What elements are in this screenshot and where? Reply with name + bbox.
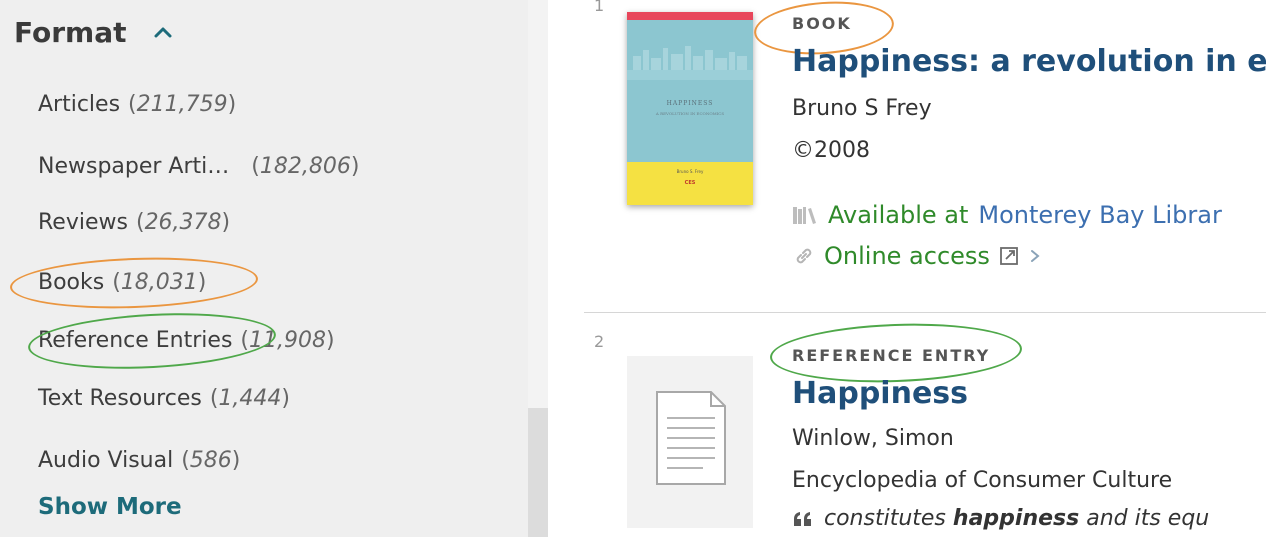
format-facet-panel: Format Articles (211,759) Newspaper Arti… xyxy=(0,0,548,537)
cover-author: Bruno S. Frey xyxy=(676,169,704,174)
facet-item-count: 26,378 xyxy=(144,209,222,235)
facet-item-count: 1,444 xyxy=(218,385,282,411)
snippet-pre: constitutes xyxy=(824,506,946,531)
document-thumbnail[interactable] xyxy=(627,356,753,528)
snippet-post: and its equ xyxy=(1086,506,1210,531)
show-more-link[interactable]: Show More xyxy=(38,494,182,520)
result-author: Winlow, Simon xyxy=(792,426,954,451)
cover-publisher-logo: CES xyxy=(684,180,696,186)
online-access-label: Online access xyxy=(824,242,990,270)
library-link[interactable]: Monterey Bay Librar xyxy=(978,201,1221,229)
document-icon xyxy=(656,391,726,485)
result-author: Bruno S Frey xyxy=(792,96,932,121)
external-link-icon xyxy=(1000,247,1018,265)
result-title-link[interactable]: Happiness xyxy=(792,376,968,411)
book-cover-thumbnail[interactable]: HAPPINESS A REVOLUTION IN ECONOMICS Brun… xyxy=(627,12,753,205)
quote-icon xyxy=(794,511,811,526)
facet-item-newspaper-articles[interactable]: Newspaper Arti… (182,806) xyxy=(38,146,359,186)
facet-item-label: Text Resources xyxy=(38,385,202,411)
facet-item-count: 586 xyxy=(189,447,232,473)
result-type-label: REFERENCE ENTRY xyxy=(792,346,991,365)
result-number: 2 xyxy=(594,332,605,351)
snippet-highlight: happiness xyxy=(952,506,1080,531)
facet-item-reference-entries[interactable]: Reference Entries (11,908) xyxy=(38,320,335,360)
result-title-link[interactable]: Happiness: a revolution in eco xyxy=(792,44,1266,79)
result-type-label: BOOK xyxy=(792,14,852,33)
result-snippet: constitutes happiness and its equ xyxy=(792,506,1209,531)
facet-scrollbar-thumb[interactable] xyxy=(528,408,548,537)
facet-item-count: 11,908 xyxy=(249,327,326,353)
book-shelf-icon xyxy=(793,207,816,224)
format-facet-header[interactable]: Format xyxy=(14,10,175,54)
search-results: 1 HAPPINESS A REVOLUTION IN ECONOMICS Br… xyxy=(548,0,1266,537)
facet-item-label: Reviews xyxy=(38,209,128,235)
chevron-up-icon[interactable] xyxy=(151,20,175,44)
skyline-illustration xyxy=(627,46,753,80)
facet-item-label: Audio Visual xyxy=(38,447,174,473)
facet-item-label: Articles xyxy=(38,91,121,117)
availability-line: Available at Monterey Bay Librar xyxy=(792,199,1222,231)
online-access-link[interactable]: Online access xyxy=(792,240,1042,272)
cover-subtitle: A REVOLUTION IN ECONOMICS xyxy=(655,111,725,116)
availability-status: Available at xyxy=(828,201,969,229)
chevron-right-icon xyxy=(1030,250,1040,262)
facet-item-articles[interactable]: Articles (211,759) xyxy=(38,84,236,124)
result-source: Encyclopedia of Consumer Culture xyxy=(792,468,1173,493)
facet-item-count: 182,806 xyxy=(259,153,351,179)
cover-title: HAPPINESS xyxy=(666,100,714,107)
facet-item-count: 211,759 xyxy=(136,91,228,117)
result-date: ©2008 xyxy=(792,138,870,163)
link-icon xyxy=(796,248,812,264)
facet-item-books[interactable]: Books (18,031) xyxy=(38,262,206,302)
facet-item-audio-visual[interactable]: Audio Visual (586) xyxy=(38,440,240,480)
result-number: 1 xyxy=(594,0,605,15)
result-divider xyxy=(584,312,1266,313)
facet-item-label: Reference Entries xyxy=(38,327,233,353)
facet-item-reviews[interactable]: Reviews (26,378) xyxy=(38,202,230,242)
facet-item-count: 18,031 xyxy=(120,269,198,295)
facet-item-label: Books xyxy=(38,269,105,295)
facet-item-text-resources[interactable]: Text Resources (1,444) xyxy=(38,378,290,418)
facet-title: Format xyxy=(14,15,127,49)
facet-item-label: Newspaper Arti… xyxy=(38,153,230,179)
